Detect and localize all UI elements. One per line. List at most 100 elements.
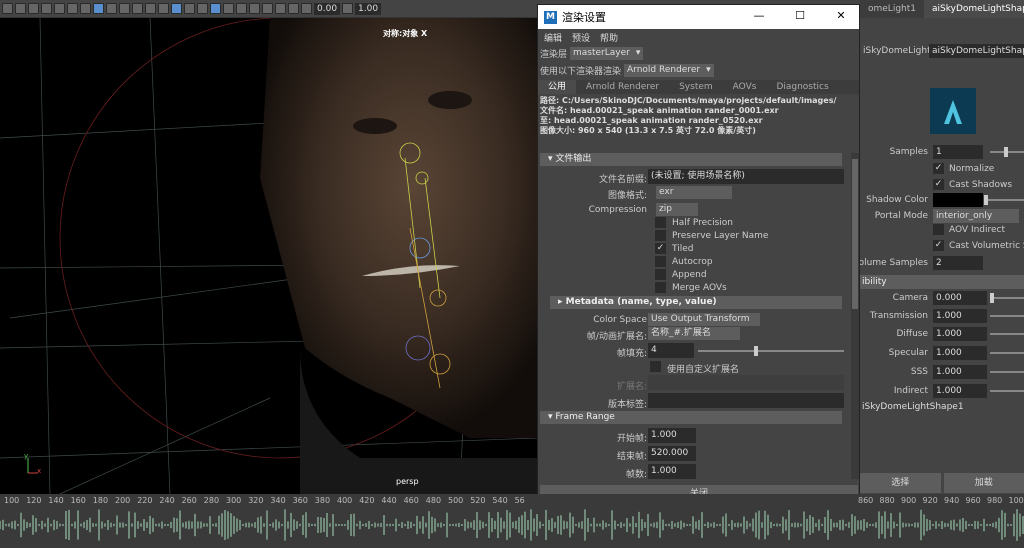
end-frame-field[interactable]: 520.000 bbox=[648, 446, 696, 461]
bookmark-icon[interactable] bbox=[41, 3, 52, 14]
indirect-field[interactable]: 1.000 bbox=[933, 384, 987, 398]
tab-skydome-light[interactable]: omeLight1 bbox=[860, 0, 924, 18]
transmission-slider[interactable] bbox=[990, 315, 1024, 317]
start-frame-field[interactable]: 1.000 bbox=[648, 428, 696, 443]
by-frame-field[interactable]: 1.000 bbox=[648, 464, 696, 479]
samples-slider[interactable] bbox=[990, 147, 1024, 157]
camera-icon[interactable] bbox=[2, 3, 13, 14]
menu-presets[interactable]: 预设 bbox=[572, 31, 590, 44]
isolate-icon[interactable] bbox=[249, 3, 260, 14]
smooth-shade-icon[interactable] bbox=[171, 3, 182, 14]
gamma-icon[interactable] bbox=[342, 3, 354, 14]
menu-edit[interactable]: 编辑 bbox=[544, 31, 562, 44]
settings-scroll-area[interactable]: ▾ 文件输出 文件名前缀: (未设置; 使用场景名称) 图像格式: exr Co… bbox=[538, 153, 860, 479]
half-precision-checkbox[interactable] bbox=[655, 217, 666, 228]
render-layer-dropdown[interactable]: masterLayer ▾ bbox=[570, 47, 644, 60]
append-checkbox[interactable] bbox=[655, 269, 666, 280]
color-space-dropdown[interactable]: Use Output Transform bbox=[648, 313, 760, 326]
camera-vis-field[interactable]: 0.000 bbox=[933, 291, 987, 305]
prefix-field[interactable]: (未设置; 使用场景名称) bbox=[648, 169, 844, 184]
merge-aovs-checkbox[interactable] bbox=[655, 282, 666, 293]
portal-mode-dropdown[interactable]: interior_only bbox=[933, 209, 1019, 223]
image-plane-icon[interactable] bbox=[54, 3, 65, 14]
tab-skydome-light-shape[interactable]: aiSkyDomeLightShape1 bbox=[924, 0, 1024, 18]
cast-volumetric-checkbox[interactable]: ✓ bbox=[933, 240, 944, 251]
film-gate-icon[interactable] bbox=[80, 3, 91, 14]
padding-slider[interactable] bbox=[698, 346, 844, 356]
tiled-label: Tiled bbox=[672, 244, 694, 254]
specular-field[interactable]: 1.000 bbox=[933, 346, 987, 360]
field-chart-icon[interactable] bbox=[119, 3, 130, 14]
grid-toggle-icon[interactable] bbox=[67, 3, 78, 14]
node-label: iSkyDomeLight: bbox=[863, 46, 934, 56]
diffuse-slider[interactable] bbox=[990, 333, 1024, 335]
minimize-icon[interactable]: — bbox=[746, 8, 772, 24]
camera-vis-slider[interactable] bbox=[990, 293, 1024, 303]
select-camera-icon[interactable] bbox=[15, 3, 26, 14]
close-icon[interactable]: ✕ bbox=[828, 8, 854, 24]
wireframe-icon[interactable] bbox=[158, 3, 169, 14]
node-name-field[interactable]: aiSkyDomeLightShape1 bbox=[929, 44, 1024, 58]
3d-viewport[interactable]: 对称:对象 X persp y x bbox=[0, 18, 537, 494]
samples-field[interactable]: 1 bbox=[933, 145, 983, 159]
lights-icon[interactable] bbox=[210, 3, 221, 14]
autocrop-checkbox[interactable] bbox=[655, 256, 666, 267]
exposure-value[interactable]: 0.00 bbox=[314, 2, 341, 15]
safe-action-icon[interactable] bbox=[132, 3, 143, 14]
shadow-color-swatch[interactable] bbox=[933, 193, 983, 207]
transmission-field[interactable]: 1.000 bbox=[933, 309, 987, 323]
portal-mode-label: Portal Mode bbox=[874, 211, 928, 221]
normalize-checkbox[interactable]: ✓ bbox=[933, 163, 944, 174]
aov-indirect-label: AOV Indirect bbox=[949, 225, 1006, 235]
indirect-slider[interactable] bbox=[990, 390, 1024, 392]
scrollbar-thumb[interactable] bbox=[852, 159, 858, 309]
xray-joints-icon[interactable] bbox=[275, 3, 286, 14]
select-button[interactable]: 选择 bbox=[860, 473, 941, 493]
tab-diagnostics[interactable]: Diagnostics bbox=[766, 80, 838, 94]
custom-ext-checkbox[interactable] bbox=[650, 361, 661, 372]
gate-mask-icon[interactable] bbox=[106, 3, 117, 14]
metadata-section[interactable]: ▸ Metadata (name, type, value) bbox=[550, 296, 842, 309]
ambient-occlusion-icon[interactable] bbox=[236, 3, 247, 14]
renderer-dropdown[interactable]: Arnold Renderer ▾ bbox=[624, 64, 714, 77]
xray-components-icon[interactable] bbox=[288, 3, 299, 14]
load-attributes-button[interactable]: 加载 bbox=[943, 473, 1024, 493]
time-slider[interactable]: 100 120 140 160 180 200 220 240 260 280 300 320 340 3… bbox=[0, 494, 1024, 548]
tab-aovs[interactable]: AOVs bbox=[723, 80, 767, 94]
resolution-gate-icon[interactable] bbox=[93, 3, 104, 14]
tab-arnold-renderer[interactable]: Arnold Renderer bbox=[576, 80, 669, 94]
volume-samples-field[interactable]: 2 bbox=[933, 256, 983, 270]
file-output-section[interactable]: ▾ 文件输出 bbox=[540, 153, 842, 166]
specular-slider[interactable] bbox=[990, 352, 1024, 354]
diffuse-field[interactable]: 1.000 bbox=[933, 327, 987, 341]
xray-icon[interactable] bbox=[262, 3, 273, 14]
lock-camera-icon[interactable] bbox=[28, 3, 39, 14]
frame-ext-dropdown[interactable]: 名称_#.扩展名 bbox=[648, 327, 740, 340]
preserve-layer-checkbox[interactable] bbox=[655, 230, 666, 241]
wireframe-on-shaded-icon[interactable] bbox=[184, 3, 195, 14]
tab-system[interactable]: System bbox=[669, 80, 723, 94]
shadow-color-slider[interactable] bbox=[984, 195, 1024, 205]
frame-range-section[interactable]: ▾ Frame Range bbox=[540, 411, 842, 424]
padding-field[interactable]: 4 bbox=[648, 343, 694, 358]
compression-dropdown[interactable]: zip bbox=[656, 203, 698, 216]
dialog-title-bar[interactable]: M 渲染设置 — ☐ ✕ bbox=[538, 5, 859, 29]
maximize-icon[interactable]: ☐ bbox=[787, 8, 813, 24]
sss-field[interactable]: 1.000 bbox=[933, 365, 987, 379]
cast-shadows-checkbox[interactable]: ✓ bbox=[933, 179, 944, 190]
tiled-checkbox[interactable]: ✓ bbox=[655, 243, 666, 254]
format-dropdown[interactable]: exr bbox=[656, 186, 732, 199]
attribute-tabs: omeLight1 aiSkyDomeLightShape1 bbox=[860, 0, 1024, 18]
textured-icon[interactable] bbox=[197, 3, 208, 14]
exposure-icon[interactable] bbox=[301, 3, 312, 14]
safe-title-icon[interactable] bbox=[145, 3, 156, 14]
visibility-section[interactable]: ibility bbox=[860, 275, 1024, 289]
version-field[interactable] bbox=[648, 393, 844, 408]
aov-indirect-checkbox[interactable] bbox=[933, 224, 944, 235]
gamma-value[interactable]: 1.00 bbox=[355, 2, 382, 15]
shadows-icon[interactable] bbox=[223, 3, 234, 14]
menu-help[interactable]: 帮助 bbox=[600, 31, 618, 44]
sss-slider[interactable] bbox=[990, 371, 1024, 373]
dialog-scrollbar[interactable] bbox=[851, 153, 859, 479]
tab-common[interactable]: 公用 bbox=[538, 80, 577, 94]
